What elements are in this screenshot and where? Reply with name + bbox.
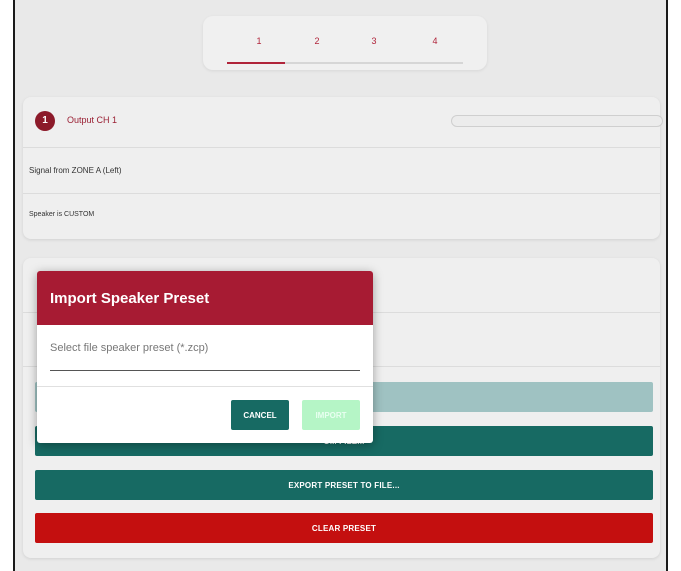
speaker-row: Speaker is CUSTOM [23, 193, 660, 239]
clear-preset-button[interactable]: CLEAR PRESET [35, 513, 653, 543]
import-button[interactable]: IMPORT [302, 400, 360, 430]
import-preset-dialog: Import Speaker Preset Select file speake… [37, 271, 373, 443]
speaker-type-text: Speaker is CUSTOM [29, 211, 95, 218]
file-select-field[interactable]: Select file speaker preset (*.zcp) [50, 342, 208, 354]
step-2[interactable]: 2 [307, 36, 327, 46]
file-field-underline [50, 370, 360, 371]
step-1[interactable]: 1 [249, 36, 269, 46]
step-3[interactable]: 3 [364, 36, 384, 46]
dialog-header: Import Speaker Preset [37, 271, 373, 325]
channel-title: Output CH 1 [67, 115, 118, 125]
channel-number-badge: 1 [35, 111, 55, 131]
export-preset-button[interactable]: EXPORT PRESET TO FILE... [35, 470, 653, 500]
stepper-progress [227, 62, 285, 64]
dialog-divider [37, 386, 373, 387]
cancel-button[interactable]: CANCEL [231, 400, 289, 430]
step-4[interactable]: 4 [425, 36, 445, 46]
channel-card: 1 Output CH 1 Signal from ZONE A (Left) … [23, 97, 663, 239]
stepper-track [227, 62, 463, 64]
channel-stepper: 1 2 3 4 [203, 16, 487, 70]
channel-level-bar [451, 115, 663, 127]
signal-source-text: Signal from ZONE A (Left) [29, 166, 122, 175]
dialog-title: Import Speaker Preset [50, 290, 210, 307]
signal-row: Signal from ZONE A (Left) [23, 147, 660, 194]
channel-header-row: 1 Output CH 1 [23, 97, 663, 148]
